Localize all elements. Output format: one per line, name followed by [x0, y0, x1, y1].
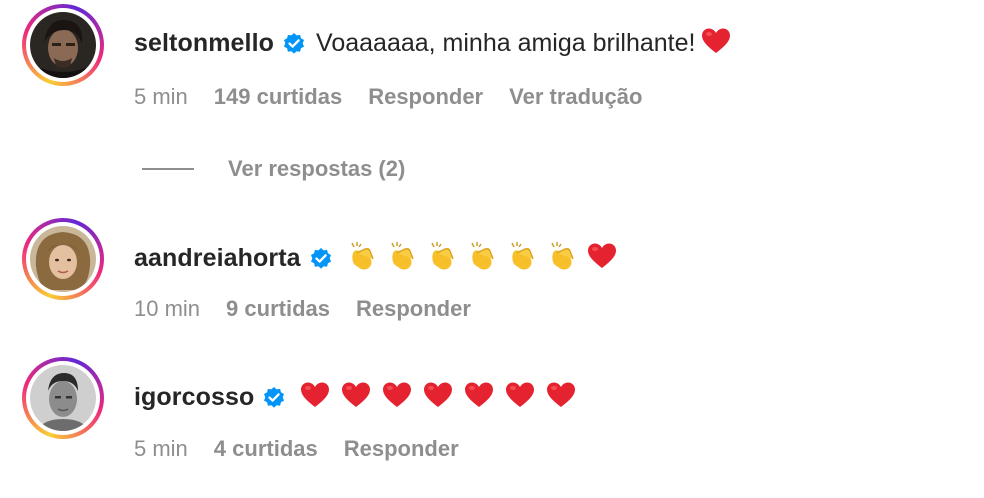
- comment-time: 10 min: [134, 296, 201, 321]
- heart-emoji: [464, 381, 494, 414]
- reply-button[interactable]: Responder: [344, 436, 459, 462]
- likes-count[interactable]: 9 curtidas: [226, 296, 330, 322]
- heart-emoji: [701, 27, 731, 60]
- verified-badge-icon: [282, 32, 306, 56]
- avatar[interactable]: [30, 365, 96, 431]
- emoji-row: [347, 241, 617, 276]
- heart-emoji: [382, 381, 412, 414]
- avatar[interactable]: [30, 12, 96, 78]
- emoji-row: [701, 27, 731, 60]
- username[interactable]: igorcosso: [134, 383, 254, 412]
- comment-text: Voaaaaaa, minha amiga brilhante!: [316, 29, 696, 57]
- verified-badge-icon: [309, 247, 333, 271]
- clapping-hands-emoji: [547, 241, 577, 276]
- verified-badge-icon: [262, 386, 286, 410]
- username[interactable]: aandreiahorta: [134, 244, 301, 273]
- clapping-hands-emoji: [387, 241, 417, 276]
- view-replies-button[interactable]: Ver respostas (2): [142, 156, 405, 182]
- heart-emoji: [546, 381, 576, 414]
- clapping-hands-emoji: [467, 241, 497, 276]
- username[interactable]: seltonmello: [134, 29, 274, 58]
- likes-count[interactable]: 149 curtidas: [214, 84, 342, 110]
- avatar-story-ring[interactable]: [22, 357, 104, 439]
- comment-time: 5 min: [134, 84, 188, 109]
- clapping-hands-emoji: [347, 241, 377, 276]
- heart-emoji: [300, 381, 330, 414]
- avatar-story-ring[interactable]: [22, 218, 104, 300]
- view-replies-label: Ver respostas (2): [228, 156, 406, 181]
- see-translation-button[interactable]: Ver tradução: [509, 84, 642, 110]
- heart-emoji: [341, 381, 371, 414]
- likes-count[interactable]: 4 curtidas: [214, 436, 318, 462]
- emoji-row: [300, 381, 576, 414]
- avatar[interactable]: [30, 226, 96, 292]
- reply-button[interactable]: Responder: [368, 84, 483, 110]
- reply-button[interactable]: Responder: [356, 296, 471, 322]
- comment-time: 5 min: [134, 436, 188, 461]
- clapping-hands-emoji: [427, 241, 457, 276]
- avatar-story-ring[interactable]: [22, 4, 104, 86]
- heart-emoji: [505, 381, 535, 414]
- heart-emoji: [423, 381, 453, 414]
- heart-emoji: [587, 242, 617, 275]
- divider-line: [142, 168, 194, 170]
- clapping-hands-emoji: [507, 241, 537, 276]
